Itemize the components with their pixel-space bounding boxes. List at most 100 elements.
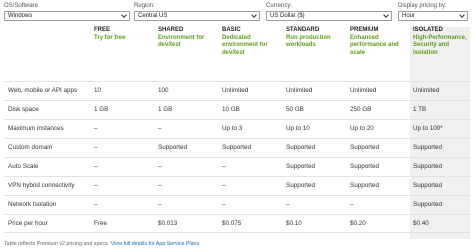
display-pricing-value: Hour — [402, 13, 416, 19]
display-pricing-filter: Display pricing by: Hour — [398, 2, 470, 21]
table-cell: Supported — [286, 163, 316, 170]
table-cell: Up to 100* — [413, 125, 443, 132]
table-cell: Supported — [350, 182, 380, 189]
table-cell: – — [94, 201, 98, 208]
os-select[interactable]: Windows — [4, 11, 130, 21]
table-cell: Unlimited — [350, 87, 377, 94]
row-label: Price per hour — [8, 220, 48, 227]
table-cell: 100 — [158, 87, 169, 94]
tier-name: SHARED — [158, 27, 184, 33]
table-cell: Free — [94, 220, 107, 227]
os-value: Windows — [8, 13, 33, 19]
table-row: Web, mobile or API apps 10 100 Unlimited… — [4, 81, 470, 100]
table-cell: Supported — [350, 144, 380, 151]
tier-name: BASIC — [222, 27, 241, 33]
tier-description: High-Performance, Security and Isolation — [413, 34, 467, 56]
display-pricing-label: Display pricing by: — [398, 3, 447, 9]
table-cell: $0.075 — [222, 220, 242, 227]
row-label: VPN hybrid connectivity — [8, 182, 75, 189]
table-cell: $0.013 — [158, 220, 178, 227]
table-cell: $0.10 — [286, 220, 302, 227]
table-cell: – — [94, 125, 98, 132]
table-row: VPN hybrid connectivity – – – Supported … — [4, 176, 470, 195]
table-cell: – — [158, 125, 162, 132]
table-row: Maximum instances – – Up to 3 Up to 10 U… — [4, 119, 470, 138]
currency-select[interactable]: US Dollar ($) — [266, 11, 392, 21]
table-cell: Supported — [286, 144, 316, 151]
table-cell: 10 — [94, 87, 102, 94]
tier-header-standard: STANDARD Run production workloads — [286, 27, 348, 81]
row-label: Web, mobile or API apps — [8, 87, 78, 94]
os-label: OS/Software — [4, 3, 39, 9]
table-row: Network Isolation – – – – – Supported — [4, 195, 470, 214]
tier-name: ISOLATED — [413, 27, 443, 33]
chevron-down-icon — [121, 12, 127, 18]
table-cell: – — [222, 163, 226, 170]
chevron-down-icon — [251, 12, 257, 18]
table-cell: – — [158, 163, 162, 170]
table-row: Disk space 1 GB 1 GB 10 GB 50 GB 250 GB … — [4, 100, 470, 119]
pricing-filters: OS/Software Windows Region: Central US C… — [4, 2, 470, 24]
currency-value: US Dollar ($) — [270, 13, 305, 19]
table-cell: 1 GB — [94, 106, 109, 113]
region-select[interactable]: Central US — [134, 11, 260, 21]
table-cell: – — [158, 201, 162, 208]
table-cell: – — [350, 201, 354, 208]
table-cell: 1 GB — [158, 106, 173, 113]
table-row: Price per hour Free $0.013 $0.075 $0.10 … — [4, 214, 470, 233]
row-label: Disk space — [8, 106, 39, 113]
region-filter: Region: Central US — [134, 2, 264, 21]
app-service-plans-link[interactable]: View full details for App Service Plans — [111, 241, 200, 247]
table-cell: Unlimited — [413, 87, 440, 94]
table-cell: – — [222, 201, 226, 208]
table-row: Custom domain – Supported Supported Supp… — [4, 138, 470, 157]
os-filter: OS/Software Windows — [4, 2, 134, 21]
table-cell: Supported — [286, 182, 316, 189]
tier-description: Try for free — [94, 34, 126, 41]
table-cell: Supported — [413, 163, 443, 170]
table-cell: $0.40 — [413, 220, 429, 227]
table-cell: Supported — [413, 144, 443, 151]
row-label: Network Isolation — [8, 201, 57, 208]
table-cell: 250 GB — [350, 106, 372, 113]
footnote-text: Table reflects Premium v2 pricing and sp… — [4, 241, 110, 247]
table-cell: Supported — [158, 144, 188, 151]
display-pricing-select[interactable]: Hour — [398, 11, 468, 21]
tier-description: Dedicated environment for dev/test — [222, 34, 268, 56]
table-footnote: Table reflects Premium v2 pricing and sp… — [4, 241, 199, 247]
table-cell: Up to 10 — [286, 125, 310, 132]
table-cell: 50 GB — [286, 106, 304, 113]
table-cell: – — [222, 182, 226, 189]
table-cell: Supported — [222, 144, 252, 151]
tier-name: FREE — [94, 27, 111, 33]
row-label: Maximum instances — [8, 125, 64, 132]
table-cell: Unlimited — [222, 87, 249, 94]
table-cell: 10 GB — [222, 106, 240, 113]
chevron-down-icon — [383, 12, 389, 18]
table-row: Auto Scale – – – Supported Supported Sup… — [4, 157, 470, 176]
table-cell: $0.20 — [350, 220, 366, 227]
tier-name: STANDARD — [286, 27, 320, 33]
table-cell: 1 TB — [413, 106, 427, 113]
table-cell: Supported — [413, 201, 443, 208]
region-label: Region: — [134, 3, 155, 9]
table-cell: Up to 20 — [350, 125, 374, 132]
tier-header-isolated: ISOLATED High-Performance, Security and … — [413, 27, 469, 81]
tier-description: Environment for dev/test — [158, 34, 205, 49]
tier-header-basic: BASIC Dedicated environment for dev/test — [222, 27, 284, 81]
table-cell: – — [94, 163, 98, 170]
table-cell: – — [94, 182, 98, 189]
currency-label: Currency: — [266, 3, 293, 9]
table-cell: Supported — [350, 163, 380, 170]
region-value: Central US — [138, 13, 168, 19]
tier-description: Run production workloads — [286, 34, 331, 49]
tier-name: PREMIUM — [350, 27, 379, 33]
table-cell: Unlimited — [286, 87, 313, 94]
chevron-down-icon — [459, 12, 465, 18]
tier-header-shared: SHARED Environment for dev/test — [158, 27, 220, 81]
currency-filter: Currency: US Dollar ($) — [266, 2, 396, 21]
table-cell: Up to 3 — [222, 125, 243, 132]
row-label: Custom domain — [8, 144, 53, 151]
row-label: Auto Scale — [8, 163, 39, 170]
table-cell: – — [286, 201, 290, 208]
